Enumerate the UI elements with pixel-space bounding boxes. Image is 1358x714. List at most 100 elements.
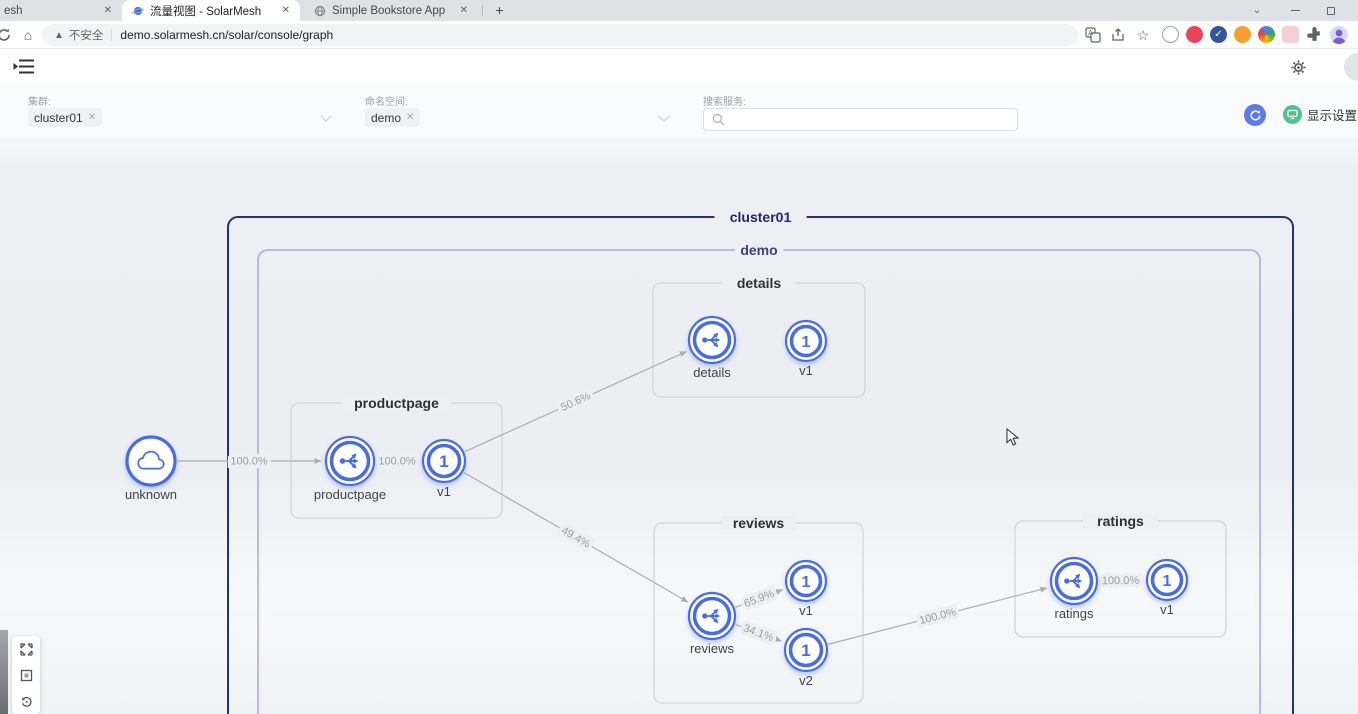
address-bar: ⌂ ▲ 不安全 demo.solarmesh.cn/solar/console/…	[0, 21, 1358, 49]
url-field[interactable]: ▲ 不安全 demo.solarmesh.cn/solar/console/gr…	[42, 24, 1078, 46]
menu-unfold-icon[interactable]	[13, 58, 35, 75]
fit-view-button[interactable]	[12, 662, 40, 688]
extension-icon-1[interactable]	[1162, 26, 1179, 43]
display-settings-button[interactable]: 显示设置	[1283, 105, 1357, 124]
tab-close-icon[interactable]: ✕	[276, 5, 296, 16]
graph-node-reviews-svc[interactable]	[689, 593, 735, 639]
search-icon	[712, 113, 725, 126]
graph-node-details-svc[interactable]	[689, 317, 735, 363]
workload-replica-count: 1	[802, 574, 811, 591]
globe-favicon	[314, 5, 326, 17]
graph-node-ratings-v1[interactable]: 1	[1147, 560, 1187, 600]
search-box	[703, 108, 1018, 131]
tab-strip: esh ✕ 流量视图 - SolarMesh ✕ Simple Bookstor…	[0, 0, 1358, 21]
svg-text:A: A	[1088, 30, 1093, 37]
tab-solarmesh-partial[interactable]: esh ✕	[0, 0, 118, 21]
node-label-ratings-v1: v1	[1160, 602, 1174, 617]
security-warning-icon: ▲	[54, 30, 64, 41]
workload-replica-count: 1	[1163, 573, 1172, 590]
cluster-tag-remove-icon[interactable]: ✕	[88, 112, 96, 123]
box-label: reviews	[733, 515, 785, 531]
graph-node-reviews-v2[interactable]: 1	[785, 629, 827, 671]
profile-avatar[interactable]	[1330, 26, 1348, 44]
extension-icon-3[interactable]: ✓	[1210, 26, 1227, 43]
edge-label: 50.6%	[559, 390, 593, 414]
node-label-productpage-v1: v1	[437, 484, 451, 499]
cluster-tag-value: cluster01	[34, 111, 83, 125]
box-label: productpage	[354, 395, 439, 411]
reload-icon[interactable]	[0, 27, 12, 43]
share-icon[interactable]	[1110, 27, 1126, 43]
home-icon[interactable]: ⌂	[20, 27, 36, 43]
graph-node-reviews-v1[interactable]: 1	[786, 561, 826, 601]
namespace-tag-value: demo	[371, 111, 401, 125]
namespace-select-chevron-icon[interactable]	[658, 110, 669, 121]
user-avatar[interactable]	[1344, 53, 1358, 81]
reset-view-button[interactable]	[12, 688, 40, 714]
monitor-icon	[1283, 105, 1302, 124]
node-label-productpage-svc: productpage	[314, 487, 386, 502]
search-filter-label: 搜索服务:	[703, 93, 746, 108]
fullscreen-button[interactable]	[12, 636, 40, 662]
cluster-tag[interactable]: cluster01 ✕	[28, 108, 102, 127]
box-label: demo	[740, 242, 777, 258]
window-minimize-button[interactable]	[1282, 0, 1308, 21]
box-label: cluster01	[730, 209, 792, 225]
extension-icon-4[interactable]	[1234, 26, 1251, 43]
tab-close-icon[interactable]: ✕	[454, 5, 474, 16]
refresh-button[interactable]	[1244, 104, 1266, 126]
extension-icon-6[interactable]	[1282, 26, 1299, 43]
url-separator	[111, 29, 112, 41]
refresh-icon	[1249, 109, 1262, 122]
edge-label: 100.0%	[1102, 575, 1140, 587]
tab-close-icon[interactable]: ✕	[98, 5, 118, 16]
graph-toolbar	[12, 636, 40, 714]
screen-edge-artifact	[0, 630, 8, 714]
tab-traffic-view[interactable]: 流量视图 - SolarMesh ✕	[122, 0, 300, 21]
node-label-details-svc: details	[693, 365, 731, 380]
workload-replica-count: 1	[802, 334, 811, 351]
group-reviews	[654, 523, 863, 703]
search-input[interactable]	[731, 113, 1009, 127]
new-tab-button[interactable]: +	[490, 1, 509, 20]
graph-node-productpage-v1[interactable]: 1	[423, 440, 465, 482]
edge-label: 49.4%	[559, 525, 592, 551]
traffic-graph[interactable]: cluster01 demo details productpage reviews ra…	[0, 140, 1358, 714]
cluster-select-chevron-icon[interactable]	[320, 110, 331, 121]
solarmesh-favicon	[132, 5, 144, 17]
tab-divider	[482, 5, 483, 16]
translate-icon[interactable]: A	[1085, 27, 1101, 43]
node-label-details-v1: v1	[799, 363, 813, 378]
group-details	[653, 283, 865, 397]
tab-search-chevron-icon[interactable]: ⌄	[1244, 0, 1270, 21]
extension-icon-5[interactable]	[1258, 26, 1275, 43]
security-label[interactable]: 不安全	[69, 27, 104, 43]
graph-node-ratings-svc[interactable]	[1051, 558, 1097, 604]
tab-title: Simple Bookstore App	[332, 5, 445, 17]
bookmark-star-icon[interactable]: ☆	[1135, 27, 1151, 43]
extension-icon-2[interactable]	[1186, 26, 1203, 43]
graph-node-details-v1[interactable]: 1	[786, 321, 826, 361]
tab-bookstore[interactable]: Simple Bookstore App ✕	[304, 0, 478, 21]
graph-node-unknown[interactable]	[127, 437, 175, 485]
window-restore-button[interactable]	[1318, 0, 1344, 21]
box-label: details	[737, 275, 782, 291]
box-label: ratings	[1097, 513, 1144, 529]
edge-label: 100.0%	[230, 456, 268, 468]
edge-label: 100.0%	[378, 456, 416, 468]
gear-icon[interactable]	[1291, 60, 1306, 75]
workload-replica-count: 1	[801, 641, 810, 660]
edge-label: 100.0%	[918, 606, 957, 627]
namespace-tag[interactable]: demo ✕	[365, 108, 420, 127]
tab-title: esh	[4, 5, 23, 17]
mouse-cursor	[1006, 428, 1021, 448]
namespace-tag-remove-icon[interactable]: ✕	[406, 112, 414, 123]
graph-node-productpage-svc[interactable]	[326, 437, 374, 485]
container-demo	[258, 250, 1260, 714]
cluster-filter-label: 集群:	[28, 93, 51, 108]
url-text[interactable]: demo.solarmesh.cn/solar/console/graph	[120, 28, 333, 42]
node-label-ratings-svc: ratings	[1054, 606, 1094, 621]
namespace-filter-label: 命名空间:	[365, 93, 408, 108]
traffic-graph-canvas[interactable]: cluster01 demo details productpage reviews ra…	[0, 140, 1358, 714]
extensions-puzzle-icon[interactable]	[1306, 26, 1323, 43]
